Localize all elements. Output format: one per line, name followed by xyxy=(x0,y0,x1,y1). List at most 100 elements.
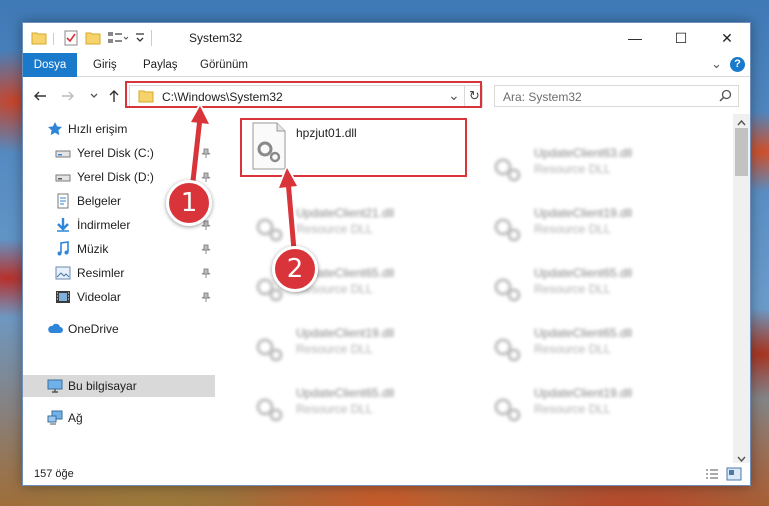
ribbon: Dosya Giriş Paylaş Görünüm ⌄ ? xyxy=(23,53,750,77)
dll-file-icon xyxy=(249,201,289,251)
help-icon[interactable]: ? xyxy=(730,57,745,72)
network-icon xyxy=(47,410,63,426)
nav-item-label: Müzik xyxy=(77,242,109,256)
view-options-icon[interactable] xyxy=(107,30,129,49)
download-arrow-icon xyxy=(55,217,71,233)
nav-item-label: Yerel Disk (C:) xyxy=(77,146,154,160)
address-highlight-box xyxy=(125,81,482,108)
nav-network-label: Ağ xyxy=(68,411,83,425)
file-name: UpdateClient19.dll xyxy=(534,386,633,400)
file-type: Resource DLL xyxy=(534,162,611,176)
status-bar: 157 öğe xyxy=(23,463,750,485)
vertical-scrollbar[interactable] xyxy=(733,114,750,463)
dll-file-icon xyxy=(487,321,527,371)
dll-file-icon xyxy=(487,381,527,431)
file-item[interactable]: UpdateClient21.dll Resource DLL xyxy=(245,198,475,254)
recent-locations-icon[interactable] xyxy=(85,87,103,105)
folder-icon[interactable] xyxy=(31,30,47,49)
title-bar: System32 — ☐ ✕ xyxy=(23,23,750,53)
pin-icon[interactable] xyxy=(201,171,211,185)
nav-item-local-disk-c[interactable]: Yerel Disk (C:) xyxy=(23,142,215,164)
new-folder-icon[interactable] xyxy=(85,30,101,49)
callout-step-2: 2 xyxy=(272,246,318,292)
drive-icon xyxy=(55,145,71,161)
file-type: Resource DLL xyxy=(534,342,611,356)
minimize-button[interactable]: — xyxy=(612,23,658,53)
file-name: UpdateClient63.dll xyxy=(534,146,633,160)
file-item[interactable]: UpdateClient63.dll Resource DLL xyxy=(483,138,713,194)
large-icons-view-icon[interactable] xyxy=(726,467,742,484)
file-item[interactable]: UpdateClient19.dll Resource DLL xyxy=(483,378,713,434)
cloud-icon xyxy=(47,321,63,337)
file-item[interactable]: UpdateClient65.dll Resource DLL xyxy=(245,378,475,434)
forward-arrow-icon[interactable] xyxy=(59,87,77,105)
item-count: 157 öğe xyxy=(34,468,74,480)
nav-item-videos[interactable]: Videolar xyxy=(23,286,215,308)
nav-quick-access-label: Hızlı erişim xyxy=(68,122,128,136)
file-type: Resource DLL xyxy=(534,222,611,236)
file-type: Resource DLL xyxy=(296,342,373,356)
dll-file-icon xyxy=(249,321,289,371)
tab-share[interactable]: Paylaş xyxy=(143,53,178,77)
file-item[interactable]: UpdateClient65.dll Resource DLL xyxy=(483,258,713,314)
window-title: System32 xyxy=(189,31,243,45)
scrollbar-thumb[interactable] xyxy=(735,128,748,176)
file-type: Resource DLL xyxy=(296,402,373,416)
nav-onedrive-label: OneDrive xyxy=(68,322,119,336)
dll-file-icon xyxy=(487,201,527,251)
file-type: Resource DLL xyxy=(296,222,373,236)
tab-view[interactable]: Görünüm xyxy=(200,53,248,77)
pin-icon[interactable] xyxy=(201,147,211,161)
nav-item-pictures[interactable]: Resimler xyxy=(23,262,215,284)
properties-icon[interactable] xyxy=(63,30,79,49)
file-name: UpdateClient65.dll xyxy=(534,326,633,340)
file-item[interactable]: UpdateClient19.dll Resource DLL xyxy=(245,318,475,374)
pin-icon[interactable] xyxy=(201,291,211,305)
file-name: UpdateClient65.dll xyxy=(296,386,395,400)
navigation-pane: Hızlı erişim Yerel Disk (C:) Yerel Disk … xyxy=(23,114,217,463)
search-box[interactable]: Ara: System32 xyxy=(494,85,739,107)
file-name: UpdateClient19.dll xyxy=(534,206,633,220)
file-name: UpdateClient65.dll xyxy=(534,266,633,280)
search-placeholder[interactable]: Ara: System32 xyxy=(503,90,582,104)
file-name: UpdateClient19.dll xyxy=(296,326,395,340)
music-note-icon xyxy=(55,241,71,257)
title-separator xyxy=(151,30,152,46)
search-icon[interactable] xyxy=(719,89,732,105)
pin-icon[interactable] xyxy=(201,267,211,281)
close-button[interactable]: ✕ xyxy=(704,23,750,53)
pin-icon[interactable] xyxy=(201,243,211,257)
qat-separator xyxy=(53,33,54,45)
nav-item-label: Videolar xyxy=(77,290,121,304)
computer-icon xyxy=(47,378,63,394)
star-icon xyxy=(47,121,63,137)
nav-item-label: Resimler xyxy=(77,266,125,280)
ribbon-expand-icon[interactable]: ⌄ xyxy=(711,56,722,72)
back-arrow-icon[interactable] xyxy=(31,87,49,105)
customize-toolbar-icon[interactable] xyxy=(135,32,145,47)
nav-item-label: Yerel Disk (D:) xyxy=(77,170,154,184)
file-item[interactable]: UpdateClient65.dll Resource DLL xyxy=(483,318,713,374)
tab-home[interactable]: Giriş xyxy=(93,53,117,77)
file-name: UpdateClient21.dll xyxy=(296,206,395,220)
callout-step-1: 1 xyxy=(166,180,212,226)
nav-network[interactable]: Ağ xyxy=(23,407,215,429)
tab-file[interactable]: Dosya xyxy=(23,53,77,77)
file-type: Resource DLL xyxy=(534,402,611,416)
details-view-icon[interactable] xyxy=(705,468,719,483)
nav-quick-access[interactable]: Hızlı erişim xyxy=(23,118,215,140)
dll-file-icon xyxy=(487,141,527,191)
drive-icon xyxy=(55,169,71,185)
nav-this-pc-label: Bu bilgisayar xyxy=(68,379,137,393)
nav-item-label: İndirmeler xyxy=(77,218,131,232)
dll-file-icon xyxy=(487,261,527,311)
nav-item-label: Belgeler xyxy=(77,194,122,208)
file-highlight-box xyxy=(240,118,467,177)
nav-this-pc[interactable]: Bu bilgisayar xyxy=(23,375,215,397)
nav-onedrive[interactable]: OneDrive xyxy=(23,318,215,340)
up-arrow-icon[interactable] xyxy=(105,87,123,105)
maximize-button[interactable]: ☐ xyxy=(658,23,704,53)
documents-icon xyxy=(55,193,71,209)
file-item[interactable]: UpdateClient19.dll Resource DLL xyxy=(483,198,713,254)
nav-item-music[interactable]: Müzik xyxy=(23,238,215,260)
